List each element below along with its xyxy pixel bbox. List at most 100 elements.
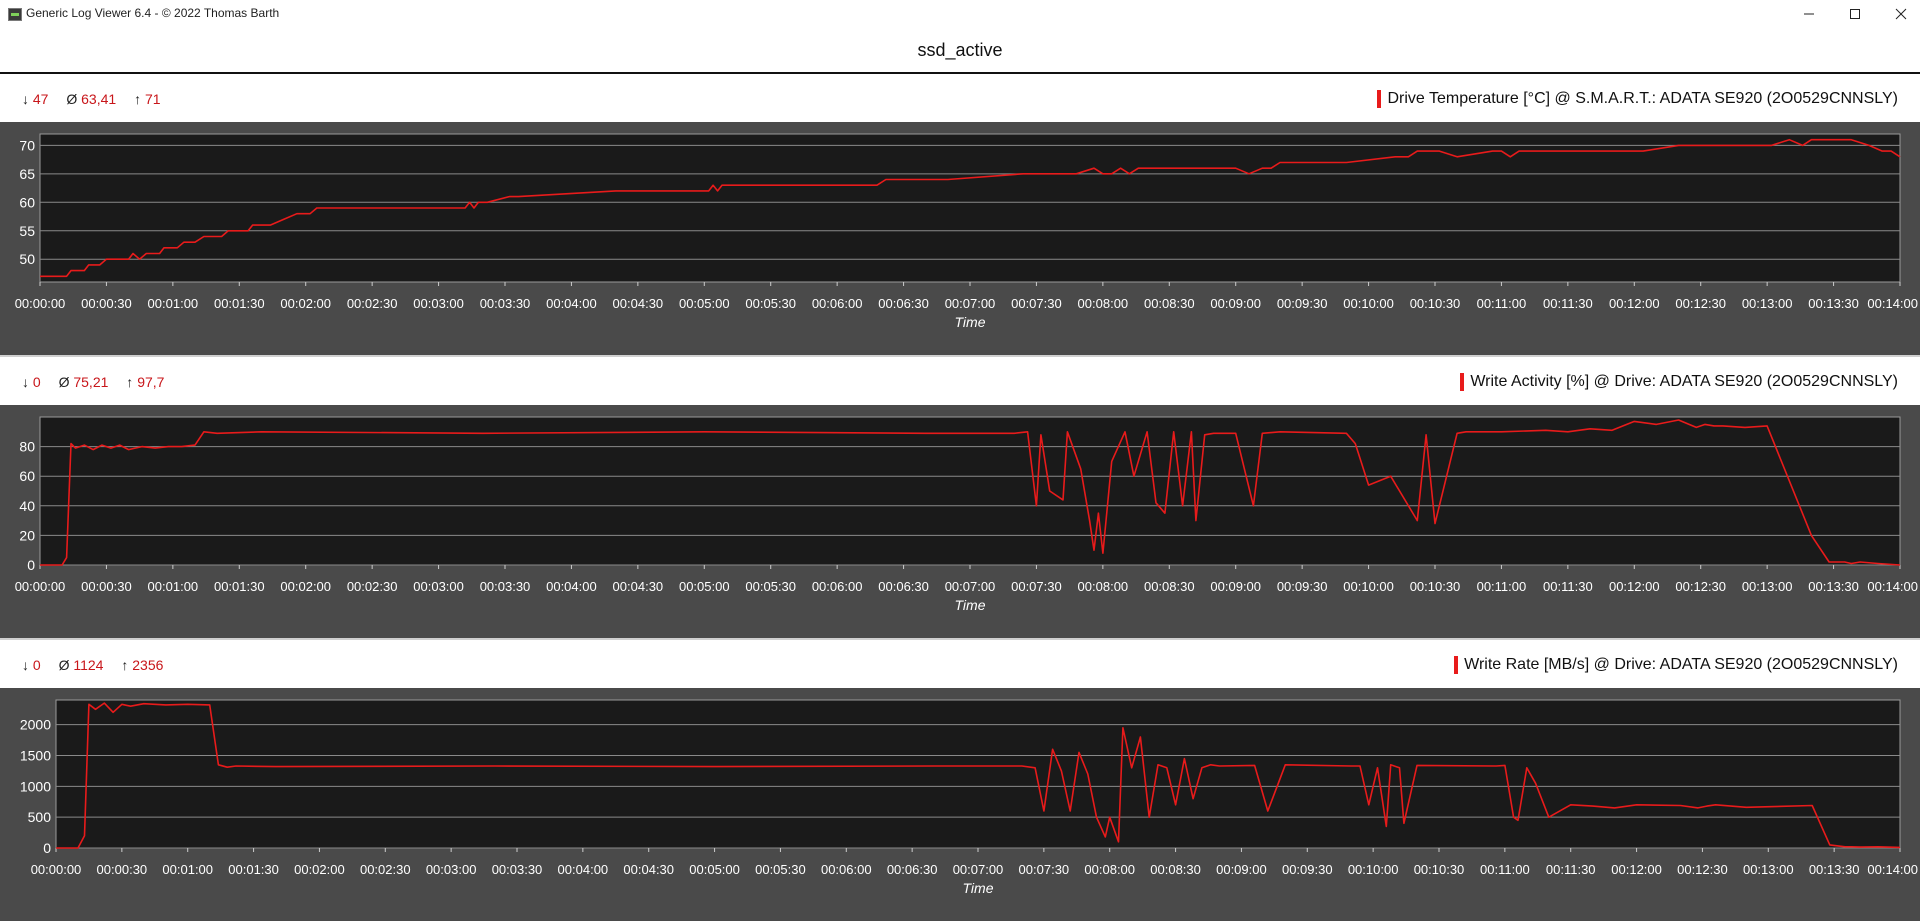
y-tick-label: 500 xyxy=(28,809,52,825)
x-tick-label: 00:05:30 xyxy=(745,296,796,311)
x-tick-label: 00:14:00 xyxy=(1867,579,1918,594)
legend: Write Activity [%] @ Drive: ADATA SE920 … xyxy=(1460,373,1898,391)
write-activity-chart: 0 20 40 60 80 00:00:00 00:00:30 00:01:00 00:01:3… xyxy=(15,416,1918,613)
stat-avg: Ø 75,21 xyxy=(59,374,109,390)
log-name: ssd_active xyxy=(917,40,1003,60)
legend-label: Write Activity [%] @ Drive: ADATA SE920 … xyxy=(1470,373,1898,390)
x-tick-label: 00:03:30 xyxy=(480,296,531,311)
y-tick-label: 20 xyxy=(19,527,35,543)
legend-swatch xyxy=(1454,656,1459,674)
x-tick-label: 00:12:30 xyxy=(1675,579,1726,594)
x-tick-label: 00:13:00 xyxy=(1742,296,1793,311)
x-tick-label: 00:03:30 xyxy=(480,579,531,594)
x-tick-label: 00:04:30 xyxy=(613,296,664,311)
y-tick-label: 60 xyxy=(19,194,35,210)
chart-panel-temperature: ↓ 47 Ø 63,41 ↑ 71 Drive Temperature [°C]… xyxy=(0,74,1920,355)
x-tick-label: 00:04:30 xyxy=(613,579,664,594)
x-tick-label: 00:02:00 xyxy=(294,862,345,877)
max-symbol: ↑ xyxy=(134,91,142,107)
x-tick-label: 00:01:30 xyxy=(214,296,265,311)
x-tick-label: 00:00:30 xyxy=(81,579,132,594)
avg-symbol: Ø xyxy=(58,657,70,673)
x-tick-label: 00:11:30 xyxy=(1543,579,1593,594)
x-tick-label: 00:13:00 xyxy=(1743,862,1794,877)
x-tick-label: 00:06:00 xyxy=(821,862,872,877)
x-tick-label: 00:09:30 xyxy=(1277,296,1328,311)
max-symbol: ↑ xyxy=(121,657,129,673)
max-value: 71 xyxy=(144,91,161,107)
x-tick-label: 00:05:30 xyxy=(755,862,806,877)
x-tick-label: 00:06:30 xyxy=(878,296,929,311)
x-tick-label: 00:08:30 xyxy=(1144,579,1195,594)
x-tick-label: 00:01:30 xyxy=(214,579,265,594)
x-axis-label: Time xyxy=(963,880,994,896)
x-tick-label: 00:09:00 xyxy=(1210,579,1261,594)
x-tick-label: 00:01:00 xyxy=(162,862,213,877)
x-tick-label: 00:11:00 xyxy=(1480,862,1530,877)
x-tick-label: 00:02:00 xyxy=(280,296,331,311)
x-tick-label: 00:03:00 xyxy=(413,579,464,594)
x-tick-label: 00:09:30 xyxy=(1277,579,1328,594)
y-tick-label: 0 xyxy=(27,557,35,573)
x-tick-label: 00:03:30 xyxy=(492,862,543,877)
min-value: 0 xyxy=(32,374,41,390)
chart-panel-write-activity: ↓ 0 Ø 75,21 ↑ 97,7 Write Activity [%] @ … xyxy=(0,357,1920,638)
legend-label: Drive Temperature [°C] @ S.M.A.R.T.: ADA… xyxy=(1387,90,1898,107)
x-tick-label: 00:02:30 xyxy=(360,862,411,877)
x-tick-label: 00:04:00 xyxy=(558,862,609,877)
x-tick-label: 00:13:30 xyxy=(1809,862,1860,877)
y-tick-label: 40 xyxy=(19,498,35,514)
x-tick-label: 00:10:00 xyxy=(1343,579,1394,594)
x-tick-label: 00:08:00 xyxy=(1084,862,1135,877)
y-tick-label: 60 xyxy=(19,468,35,484)
x-tick-label: 00:03:00 xyxy=(413,296,464,311)
x-tick-label: 00:13:30 xyxy=(1808,296,1859,311)
minimize-icon xyxy=(1804,13,1814,15)
x-tick-label: 00:02:00 xyxy=(280,579,331,594)
x-tick-label: 00:08:00 xyxy=(1078,296,1129,311)
y-tick-label: 1000 xyxy=(20,778,51,794)
stat-min: ↓ 47 xyxy=(22,91,48,107)
maximize-icon xyxy=(1850,9,1860,19)
stat-max: ↑ 2356 xyxy=(121,657,163,673)
x-tick-label: 00:07:00 xyxy=(945,296,996,311)
x-tick-label: 00:08:30 xyxy=(1150,862,1201,877)
y-tick-label: 65 xyxy=(19,166,35,182)
x-tick-label: 00:01:00 xyxy=(148,579,199,594)
x-tick-label: 00:11:00 xyxy=(1477,296,1527,311)
stat-max: ↑ 71 xyxy=(134,91,160,107)
x-tick-label: 00:07:30 xyxy=(1019,862,1070,877)
temperature-chart: 50 55 60 65 70 00:00:00 00:00:30 00:01:00 00:01:… xyxy=(15,133,1918,330)
x-tick-label: 00:12:00 xyxy=(1611,862,1662,877)
x-tick-label: 00:02:30 xyxy=(347,579,398,594)
legend-label: Write Rate [MB/s] @ Drive: ADATA SE920 (… xyxy=(1464,656,1898,673)
plot-frame: 50 55 60 65 70 00:00:00 00:00:30 00:01:00 00:01:… xyxy=(0,122,1920,355)
stat-min: ↓ 0 xyxy=(22,374,41,390)
legend: Drive Temperature [°C] @ S.M.A.R.T.: ADA… xyxy=(1377,90,1898,108)
x-tick-label: 00:08:30 xyxy=(1144,296,1195,311)
title-bar: Generic Log Viewer 6.4 - © 2022 Thomas B… xyxy=(0,0,1920,29)
close-button[interactable] xyxy=(1878,0,1920,28)
x-tick-label: 00:12:00 xyxy=(1609,579,1660,594)
x-tick-label: 00:07:30 xyxy=(1011,296,1062,311)
minimize-button[interactable] xyxy=(1786,0,1832,28)
plot-frame: 0 20 40 60 80 00:00:00 00:00:30 00:01:00 00:01:3… xyxy=(0,405,1920,638)
x-tick-label: 00:12:30 xyxy=(1675,296,1726,311)
stats-bar: ↓ 47 Ø 63,41 ↑ 71 xyxy=(22,91,175,107)
x-tick-label: 00:07:00 xyxy=(945,579,996,594)
x-tick-label: 00:10:30 xyxy=(1410,579,1461,594)
x-axis-label: Time xyxy=(955,314,986,330)
min-value: 0 xyxy=(32,657,41,673)
stats-bar: ↓ 0 Ø 75,21 ↑ 97,7 xyxy=(22,374,178,390)
x-tick-label: 00:10:30 xyxy=(1414,862,1465,877)
close-icon xyxy=(1895,8,1907,20)
avg-value: 63,41 xyxy=(81,91,117,107)
y-tick-label: 55 xyxy=(19,223,35,239)
maximize-button[interactable] xyxy=(1832,0,1878,28)
avg-symbol: Ø xyxy=(58,374,70,390)
x-tick-label: 00:05:00 xyxy=(679,579,730,594)
avg-symbol: Ø xyxy=(66,91,78,107)
x-tick-label: 00:08:00 xyxy=(1078,579,1129,594)
stat-avg: Ø 63,41 xyxy=(66,91,116,107)
stat-avg: Ø 1124 xyxy=(59,657,104,673)
